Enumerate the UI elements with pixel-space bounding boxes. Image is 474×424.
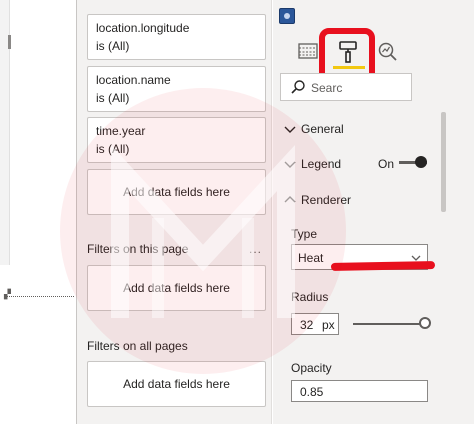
chevron-down-icon <box>284 161 296 168</box>
filter-field-name: time.year <box>96 124 146 138</box>
search-icon <box>291 80 305 94</box>
search-input[interactable]: Searc <box>280 73 412 101</box>
filter-field-value: is (All) <box>96 91 130 105</box>
filter-field-name: location.name <box>96 73 171 87</box>
add-data-fields-label: Add data fields here <box>123 185 230 199</box>
radius-unit: px <box>322 318 335 332</box>
type-label: Type <box>291 227 318 241</box>
legend-toggle-state: On <box>378 157 395 171</box>
filters-on-this-page-heading: Filters on this page <box>87 242 189 256</box>
visualizations-pane: Searc General Legend On Renderer Type He… <box>273 0 474 424</box>
canvas-scrollbar[interactable] <box>8 35 11 49</box>
radius-slider-track[interactable] <box>353 323 425 325</box>
renderer-section-label: Renderer <box>301 193 352 207</box>
opacity-label: Opacity <box>291 361 332 375</box>
radius-input[interactable]: 32 px <box>291 313 339 335</box>
filters-pane: location.longitude is (All) location.nam… <box>76 0 272 424</box>
legend-toggle-knob[interactable] <box>415 156 427 168</box>
opacity-value: 0.85 <box>300 385 324 399</box>
filter-field-name: location.longitude <box>96 21 190 35</box>
type-selected-value: Heat <box>298 251 324 265</box>
format-pane-scrollbar[interactable] <box>441 112 446 212</box>
legend-section-label: Legend <box>301 157 342 171</box>
canvas-page-boundary <box>4 296 74 297</box>
radius-label: Radius <box>291 290 329 304</box>
more-options-button[interactable]: ... <box>249 242 262 256</box>
filter-field-value: is (All) <box>96 39 130 53</box>
add-data-fields-label: Add data fields here <box>123 281 230 295</box>
chevron-down-icon <box>284 126 296 133</box>
filter-card-longitude[interactable]: location.longitude is (All) <box>87 14 266 60</box>
add-data-fields-label: Add data fields here <box>123 377 230 391</box>
report-canvas-edge: ▞ <box>0 0 76 424</box>
radius-slider-handle[interactable] <box>419 317 431 329</box>
search-placeholder: Searc <box>311 81 343 95</box>
add-data-fields-visual[interactable]: Add data fields here <box>87 169 266 215</box>
filter-card-time-year[interactable]: time.year is (All) <box>87 117 266 163</box>
add-data-fields-page[interactable]: Add data fields here <box>87 265 266 311</box>
general-section-header[interactable]: General <box>281 117 436 141</box>
add-data-fields-all[interactable]: Add data fields here <box>87 361 266 407</box>
legend-section-header[interactable]: Legend On <box>281 152 436 176</box>
filter-card-location-name[interactable]: location.name is (All) <box>87 66 266 112</box>
filters-on-all-pages-heading: Filters on all pages <box>87 339 188 353</box>
renderer-section-header[interactable]: Renderer <box>281 188 436 212</box>
filter-field-value: is (All) <box>96 142 130 156</box>
map-visual-icon[interactable] <box>279 8 295 24</box>
general-section-label: General <box>301 122 344 136</box>
opacity-input[interactable]: 0.85 <box>291 380 428 402</box>
analytics-tab-magnifier-icon[interactable] <box>373 36 403 66</box>
chevron-up-icon <box>284 196 296 203</box>
radius-value: 32 <box>300 318 314 332</box>
